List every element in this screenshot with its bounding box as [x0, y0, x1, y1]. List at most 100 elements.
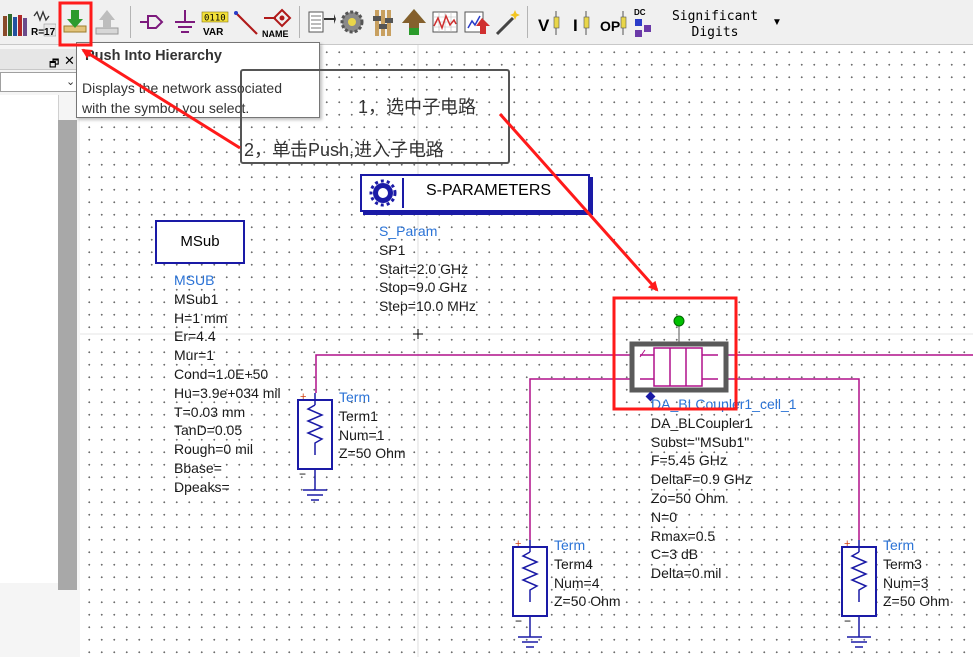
- param-text: Hu=3.9e+034 mil: [174, 384, 281, 401]
- term4-type: Term: [554, 537, 586, 553]
- param-text: TanD=0.05: [174, 422, 243, 439]
- dc-annotation-icon[interactable]: DC: [632, 4, 658, 40]
- port-icon[interactable]: [138, 4, 168, 40]
- param-text: Z=50 Ohm: [883, 593, 950, 610]
- dc-voltage-annotation-icon[interactable]: V: [536, 4, 564, 40]
- param-text: N=0: [651, 508, 678, 525]
- param-text: SP1: [379, 241, 406, 258]
- panel-select[interactable]: ⌄: [0, 72, 80, 92]
- msub-parameters: MSUB MSub1 H=1 mm Er=4.4 Mur=1 Cond=1.0E…: [174, 271, 281, 497]
- edit-component-icon[interactable]: [306, 4, 336, 40]
- toolbar-separator: [299, 6, 300, 38]
- param-text: Num=3: [883, 574, 929, 591]
- param-text: Step=10.0 MHz: [379, 298, 476, 315]
- chevron-down-icon[interactable]: ⌄: [66, 75, 75, 88]
- param-text: Term4: [554, 555, 593, 572]
- tuning-icon[interactable]: [368, 4, 398, 40]
- param-text: Z=50 Ohm: [554, 593, 621, 610]
- sparameters-symbol[interactable]: S-PARAMETERS: [360, 174, 590, 212]
- msub-symbol[interactable]: MSub: [155, 220, 245, 264]
- toolbar: R=17 0110 VAR NAME V I OP DC Significant…: [0, 0, 973, 45]
- term3-type: Term: [883, 537, 915, 553]
- dc-current-annotation-icon[interactable]: I: [569, 4, 595, 40]
- param-text: Num=4: [554, 574, 600, 591]
- term1-type: Term: [339, 389, 371, 405]
- param-text: C=3 dB: [651, 546, 699, 563]
- param-text: H=1 mm: [174, 309, 228, 326]
- annotation-step2: 2，单击Push,进入子电路: [244, 140, 445, 160]
- magic-wand-icon[interactable]: [493, 4, 523, 40]
- resistor-value-label: R=17: [31, 27, 56, 38]
- panel-list[interactable]: [0, 95, 59, 583]
- scrollbar[interactable]: [58, 120, 77, 590]
- var-icon-digits: 0110: [204, 14, 226, 24]
- term4-symbol[interactable]: + −: [512, 538, 548, 648]
- left-panel: 🗗 ✕ ⌄: [0, 45, 80, 657]
- simulate-settings-icon[interactable]: [337, 4, 367, 40]
- param-text: Term3: [883, 555, 922, 572]
- annotation-step1: 1，选中子电路: [358, 97, 477, 117]
- param-text: Dpeaks=: [174, 478, 230, 495]
- close-icon[interactable]: ✕: [64, 53, 75, 69]
- param-text: Delta=0 mil: [651, 565, 722, 582]
- wire-icon[interactable]: [231, 4, 261, 40]
- simulate-icon[interactable]: [399, 4, 429, 40]
- pop-out-hierarchy-icon[interactable]: [92, 4, 122, 40]
- significant-digits-dropdown[interactable]: Significant Digits: [665, 9, 765, 40]
- sparameters-parameters: S_Param SP1 Start=2.0 GHz Stop=9.0 GHz S…: [379, 222, 476, 316]
- term1-parameters: Term Term1 Num=1 Z=50 Ohm: [339, 388, 406, 463]
- chevron-down-icon[interactable]: ▼: [772, 17, 782, 28]
- name-icon[interactable]: NAME: [262, 4, 292, 40]
- toolbar-separator: [130, 6, 131, 38]
- optimization-icon[interactable]: [462, 4, 492, 40]
- toolbar-separator: [527, 6, 528, 38]
- tooltip-title: Push Into Hierarchy: [85, 48, 222, 64]
- significant-digits-line1: Significant: [671, 9, 759, 24]
- svg-text:−: −: [844, 614, 851, 628]
- op-label: OP: [600, 18, 620, 34]
- param-text: T=0.03 mm: [174, 403, 246, 420]
- var-icon[interactable]: 0110 VAR: [200, 4, 230, 40]
- param-text: Stop=9.0 GHz: [379, 279, 468, 296]
- term4-parameters: Term Term4 Num=4 Z=50 Ohm: [554, 536, 621, 611]
- param-text: Er=4.4: [174, 328, 216, 345]
- dc-current-label: I: [573, 16, 578, 35]
- library-icon[interactable]: [0, 4, 30, 40]
- param-text: Num=1: [339, 426, 385, 443]
- dc-label: DC: [634, 8, 646, 17]
- param-text: Cond=1.0E+50: [174, 365, 269, 382]
- graph-icon[interactable]: [56, 4, 58, 40]
- param-text: MSub1: [174, 290, 219, 307]
- svg-text:−: −: [515, 614, 522, 628]
- param-text: DA_BLCoupler1: [651, 414, 753, 431]
- sparameters-title: S-PARAMETERS: [426, 182, 552, 199]
- push-into-hierarchy-icon[interactable]: [60, 4, 90, 40]
- coupler-parameters: DA_BLCoupler1_cell_1 DA_BLCoupler1 Subst…: [651, 395, 797, 583]
- var-icon-label: VAR: [203, 27, 224, 38]
- svg-text:−: −: [299, 467, 306, 481]
- msub-type: MSUB: [174, 272, 215, 288]
- ground-icon[interactable]: [170, 4, 200, 40]
- param-text: Zo=50 Ohm: [651, 489, 726, 506]
- coupler-subcircuit[interactable]: [629, 315, 729, 402]
- sparam-type: S_Param: [379, 223, 438, 239]
- param-text: Rough=0 mil: [174, 441, 253, 458]
- data-display-icon[interactable]: [430, 4, 460, 40]
- param-text: Bbase=: [174, 459, 222, 476]
- coupler-instance: DA_BLCoupler1_cell_1: [651, 396, 797, 412]
- resistor-value-icon[interactable]: R=17: [30, 4, 56, 40]
- term3-parameters: Term Term3 Num=3 Z=50 Ohm: [883, 536, 950, 611]
- param-text: Term1: [339, 407, 378, 424]
- param-text: Subst="MSub1": [651, 433, 750, 450]
- param-text: F=5.45 GHz: [651, 452, 727, 469]
- param-text: Z=50 Ohm: [339, 445, 406, 462]
- term1-symbol[interactable]: + −: [297, 391, 333, 501]
- param-text: Start=2.0 GHz: [379, 260, 469, 277]
- sparameters-gear-icon: [369, 178, 404, 208]
- term3-symbol[interactable]: + −: [841, 538, 877, 648]
- param-text: DeltaF=0.9 GHz: [651, 471, 752, 488]
- op-annotation-icon[interactable]: OP: [599, 4, 629, 40]
- name-icon-label: NAME: [262, 29, 289, 39]
- significant-digits-line2: Digits: [691, 25, 739, 40]
- param-text: Mur=1: [174, 347, 215, 364]
